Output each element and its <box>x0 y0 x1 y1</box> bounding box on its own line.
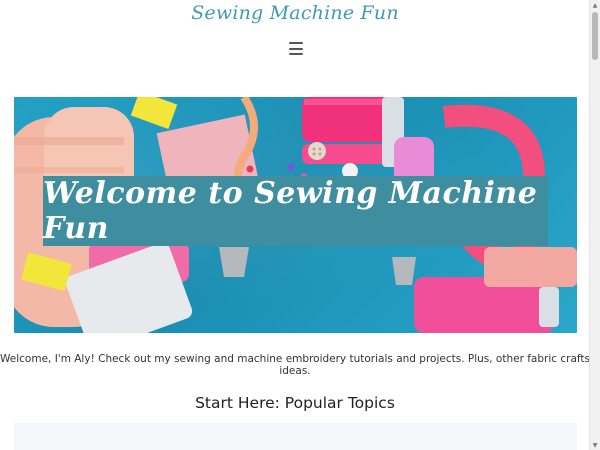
thimble-right <box>392 257 416 285</box>
thimble-left <box>219 247 249 277</box>
site-logo[interactable]: Sewing Machine Fun <box>0 2 590 24</box>
hero-image: Welcome to Sewing Machine Fun <box>14 97 577 333</box>
scroll-down-arrow-icon[interactable]: ▼ <box>590 440 600 450</box>
hero-welcome-banner: Welcome to Sewing Machine Fun <box>43 176 548 246</box>
logo-text[interactable]: Sewing Machine Fun <box>191 2 399 24</box>
menu-bar <box>289 42 303 44</box>
pink-thread-spools-bottom <box>414 247 577 333</box>
intro-text: Welcome, I'm Aly! Check out my sewing an… <box>0 353 590 377</box>
popular-topics-heading: Start Here: Popular Topics <box>195 394 395 412</box>
hero-banner-text: Welcome to Sewing Machine Fun <box>43 176 538 246</box>
page: Sewing Machine Fun Welcome to Sewing Mac… <box>0 0 590 450</box>
menu-bar <box>289 47 303 50</box>
popular-topics-panel <box>14 423 577 450</box>
scrollbar-thumb[interactable] <box>592 12 598 60</box>
hamburger-menu-icon[interactable] <box>289 42 303 55</box>
scroll-up-arrow-icon[interactable]: ▲ <box>590 0 600 10</box>
yellow-ribbon <box>130 97 178 130</box>
sewing-button <box>308 142 326 160</box>
menu-bar <box>289 53 303 55</box>
page-scrollbar[interactable]: ▲ ▼ <box>589 0 600 450</box>
